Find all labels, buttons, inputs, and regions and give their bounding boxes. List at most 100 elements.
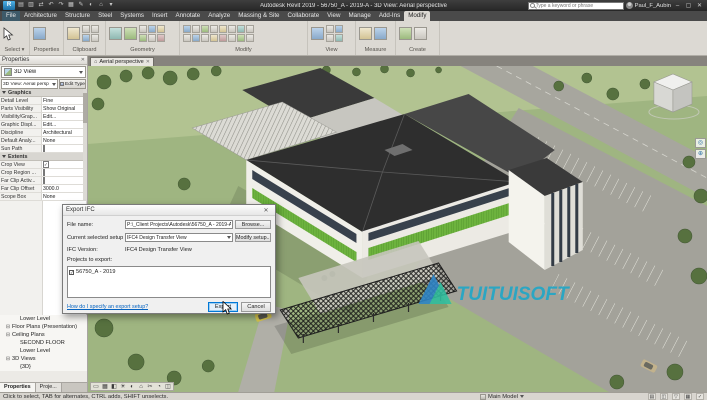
prop-value[interactable]: None [42,193,87,200]
paste-icon[interactable] [67,27,80,40]
qat-text-icon[interactable]: ✎ [77,1,85,10]
qat-measure-icon[interactable]: ▦ [67,1,75,10]
ribbon-tab-steel[interactable]: Steel [94,11,116,21]
scale-icon[interactable] [192,34,200,42]
crop-region-checkbox[interactable] [43,169,45,176]
delete-icon[interactable] [219,34,227,42]
instance-filter-combo[interactable]: 3D View: Aerial persp [1,79,58,89]
tree-item[interactable]: ⊟Floor Plans (Presentation) [0,323,87,331]
pin-icon[interactable] [201,34,209,42]
project-list-item[interactable]: ✓ 56750_A - 2019 [69,268,269,276]
qat-customize-icon[interactable]: ▾ [107,1,115,10]
ribbon-tab-massing-site[interactable]: Massing & Site [234,11,283,21]
setup-select[interactable]: IFC4 Design Transfer View [125,233,233,242]
crop-view-icon[interactable]: ▭ [92,383,100,391]
visual-style-icon[interactable]: ◧ [110,383,118,391]
search-box[interactable] [528,2,624,10]
prop-row-far-clip-offset[interactable]: Far Clip Offset3000.0 [0,185,87,193]
exclude-options-icon[interactable]: ▦ [684,393,692,400]
navigation-wheel-icon[interactable]: ◎ [695,138,706,148]
palette-close-icon[interactable]: ✕ [81,57,85,63]
cancel-button[interactable]: Cancel [241,302,271,312]
zoom-icon[interactable]: ⊕ [695,149,706,159]
ribbon-tab-systems[interactable]: Systems [116,11,148,21]
shadows-icon[interactable]: ◐ [128,383,136,391]
prop-value[interactable]: Fine [42,97,87,104]
group-header-extents[interactable]: Extents [0,153,87,161]
far-clip-checkbox[interactable] [43,177,45,184]
qat-home-icon[interactable]: ⌂ [97,1,105,10]
rendering-icon[interactable]: ⌂ [137,383,145,391]
sun-settings-icon[interactable]: ☀ [119,383,127,391]
panel-label-select[interactable]: Select ▾ [0,46,29,55]
type-selector[interactable]: 3D View [1,66,86,78]
filter-icon[interactable]: ▽ [672,393,680,400]
match-type-icon[interactable] [82,34,90,42]
switch-windows-icon[interactable] [335,34,343,42]
ribbon-tab-modify[interactable]: Modify [404,11,430,21]
dialog-title-bar[interactable]: Export IFC ✕ [63,205,275,216]
aligned-dimension-icon[interactable] [374,27,387,40]
design-options-control[interactable]: Main Model [480,394,524,400]
prop-row-scope-box[interactable]: Scope BoxNone [0,193,87,201]
ribbon-tab-addins[interactable]: Add-Ins [375,11,404,21]
qat-sync-icon[interactable]: ⇄ [37,1,45,10]
paint-icon[interactable] [139,34,147,42]
prop-value[interactable]: 3000.0 [42,185,87,192]
ribbon-tab-file[interactable]: File [2,11,20,21]
palette-scrollbar[interactable] [83,89,87,201]
view-tab-aerial-perspective[interactable]: ⌂ Aerial perspective ✕ [90,57,154,66]
select-cursor-icon[interactable] [3,27,14,41]
ribbon-tab-analyze[interactable]: Analyze [204,11,234,21]
ribbon-tab-collaborate[interactable]: Collaborate [284,11,324,21]
panel-label-clipboard[interactable]: Clipboard [64,46,105,55]
align-icon[interactable] [183,25,191,33]
tree-expander-icon[interactable]: ⊟ [5,332,11,338]
file-name-input[interactable] [125,220,233,229]
join-geometry-icon[interactable] [124,27,137,40]
phase-icon[interactable] [246,34,254,42]
prop-row-crop-view[interactable]: Crop View✓ [0,161,87,169]
move-icon[interactable] [210,25,218,33]
press-drag-icon[interactable]: ✓ [696,393,704,400]
cope-icon[interactable] [139,25,147,33]
browse-button[interactable]: Browse... [235,220,271,229]
view-tab-close-icon[interactable]: ✕ [146,59,150,65]
split-face-icon[interactable] [157,25,165,33]
tree-item[interactable]: ⊟3D Views [0,355,87,363]
tree-item[interactable]: ⊟Ceiling Plans [0,331,87,339]
tree-item[interactable]: SECOND FLOOR [0,339,87,347]
panel-label-create[interactable]: Create [396,46,439,55]
qat-undo-icon[interactable]: ↶ [47,1,55,10]
tree-item[interactable]: Lower Level [0,347,87,355]
crop-region-icon[interactable]: ✂ [146,383,154,391]
temporary-hide-icon[interactable]: ◫ [164,383,172,391]
copy-to-clipboard-icon[interactable] [82,25,90,33]
prop-edit-button[interactable]: Edit... [42,121,87,128]
create-similar-icon[interactable] [414,27,427,40]
qat-open-icon[interactable]: ▤ [17,1,25,10]
tab-properties[interactable]: Properties [0,383,36,392]
create-group-icon[interactable] [399,27,412,40]
dialog-close-icon[interactable]: ✕ [260,207,272,214]
thin-lines-icon[interactable] [326,25,334,33]
prop-row-discipline[interactable]: DisciplineArchitectural [0,129,87,137]
qat-save-icon[interactable]: ▥ [27,1,35,10]
match-properties-icon[interactable] [91,34,99,42]
qat-3d-view-icon[interactable]: ◐ [87,1,95,10]
measure-icon[interactable] [359,27,372,40]
prop-row-visibility-graphics[interactable]: Visibility/Grap...Edit... [0,113,87,121]
prop-value[interactable]: Architectural [42,129,87,136]
ribbon-tab-architecture[interactable]: Architecture [20,11,61,21]
link-icon[interactable] [228,34,236,42]
ribbon-tab-manage[interactable]: Manage [344,11,374,21]
wall-joins-icon[interactable] [157,34,165,42]
prop-row-detail-level[interactable]: Detail LevelFine [0,97,87,105]
prop-row-default-analysis[interactable]: Default Analy...None [0,137,87,145]
minimize-button[interactable]: – [673,3,682,9]
prop-row-crop-region[interactable]: Crop Region ... [0,169,87,177]
panel-label-view[interactable]: View [308,46,355,55]
copy-icon[interactable] [219,25,227,33]
panel-label-properties[interactable]: Properties [30,46,63,55]
project-checkbox[interactable]: ✓ [69,270,74,275]
